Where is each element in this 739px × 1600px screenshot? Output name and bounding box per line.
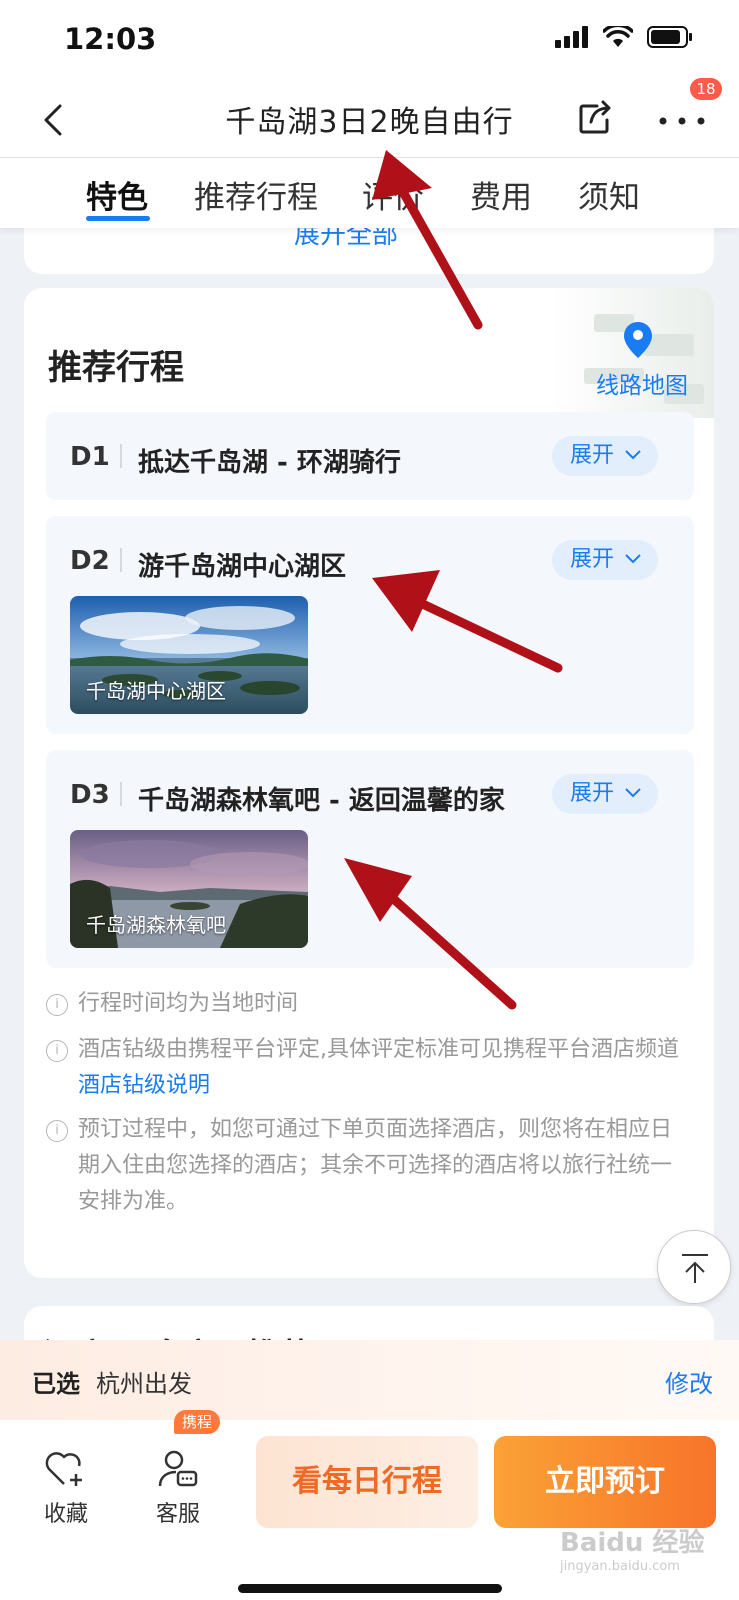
hotel-rating-link[interactable]: 酒店钻级说明 xyxy=(78,1073,210,1098)
selected-departure-bar: 已选 杭州出发 修改 xyxy=(0,1340,739,1420)
note-hotel-rating: i 酒店钻级由携程平台评定,具体评定标准可见携程平台酒店频道 酒店钻级说明 xyxy=(46,1032,686,1104)
section-tabs: 特色 推荐行程 评价 费用 须知 xyxy=(0,158,739,228)
wifi-icon xyxy=(603,26,633,47)
chevron-down-icon xyxy=(625,450,641,460)
day-item[interactable]: D2 游千岛湖中心湖区 展开 千岛湖中心湖区 xyxy=(46,516,694,734)
note-hotel-selection: i 预订过程中，如您可通过下单页面选择酒店，则您将在相应日期入住由您选择的酒店；… xyxy=(46,1112,686,1220)
tab-itinerary[interactable]: 推荐行程 xyxy=(194,172,318,217)
info-icon: i xyxy=(46,1040,68,1062)
selected-value: 杭州出发 xyxy=(96,1370,192,1398)
forest-photo[interactable]: 千岛湖森林氧吧 xyxy=(70,830,308,948)
notification-badge: 18 xyxy=(690,78,722,100)
heart-plus-icon xyxy=(45,1452,82,1486)
customer-service-icon xyxy=(158,1450,198,1487)
home-indicator xyxy=(238,1584,502,1593)
watermark-logo: Baidu 经验 jingyan.baidu.com xyxy=(560,1522,704,1574)
favorite-label: 收藏 xyxy=(43,1502,88,1527)
expand-label: 展开 xyxy=(570,443,615,468)
expand-day-button[interactable]: 展开 xyxy=(552,774,658,814)
signal-icon xyxy=(555,26,588,48)
nav-bar: 千岛湖3日2晚自由行 18 xyxy=(0,78,739,158)
chevron-down-icon xyxy=(625,788,641,798)
share-icon[interactable] xyxy=(575,98,615,138)
info-icon: i xyxy=(46,1120,68,1142)
day-item[interactable]: D1 抵达千岛湖 - 环湖骑行 展开 xyxy=(46,412,694,500)
tab-features[interactable]: 特色 xyxy=(86,172,148,217)
selected-label: 已选 xyxy=(32,1370,80,1398)
customer-service-button[interactable]: 客服 xyxy=(146,1448,210,1528)
photo-caption: 千岛湖中心湖区 xyxy=(86,679,226,703)
page-title: 千岛湖3日2晚自由行 xyxy=(225,105,514,140)
expand-day-button[interactable]: 展开 xyxy=(552,540,658,580)
status-bar: 12:03 xyxy=(0,0,739,82)
back-to-top-button[interactable] xyxy=(657,1230,731,1304)
favorite-button[interactable]: 收藏 xyxy=(34,1448,98,1528)
view-daily-itinerary-button[interactable]: 看每日行程 xyxy=(256,1436,478,1528)
active-tab-indicator xyxy=(86,216,150,221)
battery-icon xyxy=(647,26,692,48)
watermark-url: jingyan.baidu.com xyxy=(560,1559,680,1574)
note-local-time: i 行程时间均为当地时间 xyxy=(46,986,686,1022)
tab-reviews[interactable]: 评价 xyxy=(362,172,424,217)
expand-label: 展开 xyxy=(570,547,615,572)
tab-fees[interactable]: 费用 xyxy=(470,172,532,217)
tab-notices[interactable]: 须知 xyxy=(578,172,640,217)
day-number: D2 xyxy=(70,546,110,576)
divider xyxy=(120,444,122,468)
chevron-down-icon xyxy=(625,554,641,564)
day-number: D3 xyxy=(70,780,110,810)
itinerary-card: 线路地图 推荐行程 D1 抵达千岛湖 - 环湖骑行 展开 D2 游千岛湖中心湖区… xyxy=(24,288,714,1278)
expand-day-button[interactable]: 展开 xyxy=(552,436,658,476)
status-time: 12:03 xyxy=(64,22,157,56)
divider xyxy=(120,548,122,572)
map-pin-icon xyxy=(624,322,652,358)
status-icons xyxy=(555,26,693,48)
lake-photo[interactable]: 千岛湖中心湖区 xyxy=(70,596,308,714)
service-badge: 携程 xyxy=(174,1410,221,1434)
book-now-button[interactable]: 立即预订 xyxy=(494,1436,716,1528)
photo-caption: 千岛湖森林氧吧 xyxy=(86,913,226,937)
day-item[interactable]: D3 千岛湖森林氧吧 - 返回温馨的家 展开 千岛湖森林氧吧 xyxy=(46,750,694,968)
day-number: D1 xyxy=(70,442,110,472)
day-title: 千岛湖森林氧吧 - 返回温馨的家 xyxy=(138,786,505,816)
watermark-brand: Baidu 经验 xyxy=(560,1528,705,1558)
more-icon[interactable] xyxy=(655,106,709,136)
note-text: 酒店钻级由携程平台评定,具体评定标准可见携程平台酒店频道 酒店钻级说明 xyxy=(46,1032,686,1104)
info-icon: i xyxy=(46,994,68,1016)
note-text: 行程时间均为当地时间 xyxy=(78,991,299,1016)
modify-link[interactable]: 修改 xyxy=(665,1364,713,1399)
day-title: 游千岛湖中心湖区 xyxy=(138,552,347,582)
expand-label: 展开 xyxy=(570,781,615,806)
divider xyxy=(120,782,122,806)
itinerary-title: 推荐行程 xyxy=(48,348,184,388)
service-label: 客服 xyxy=(155,1502,200,1527)
route-map-link[interactable]: 线路地图 xyxy=(596,366,688,400)
arrow-up-icon xyxy=(682,1254,708,1283)
note-text: 预订过程中，如您可通过下单页面选择酒店，则您将在相应日期入住由您选择的酒店；其余… xyxy=(78,1117,673,1214)
note-text-body: 酒店钻级由携程平台评定,具体评定标准可见携程平台酒店频道 xyxy=(78,1037,679,1062)
day-title: 抵达千岛湖 - 环湖骑行 xyxy=(138,448,401,478)
